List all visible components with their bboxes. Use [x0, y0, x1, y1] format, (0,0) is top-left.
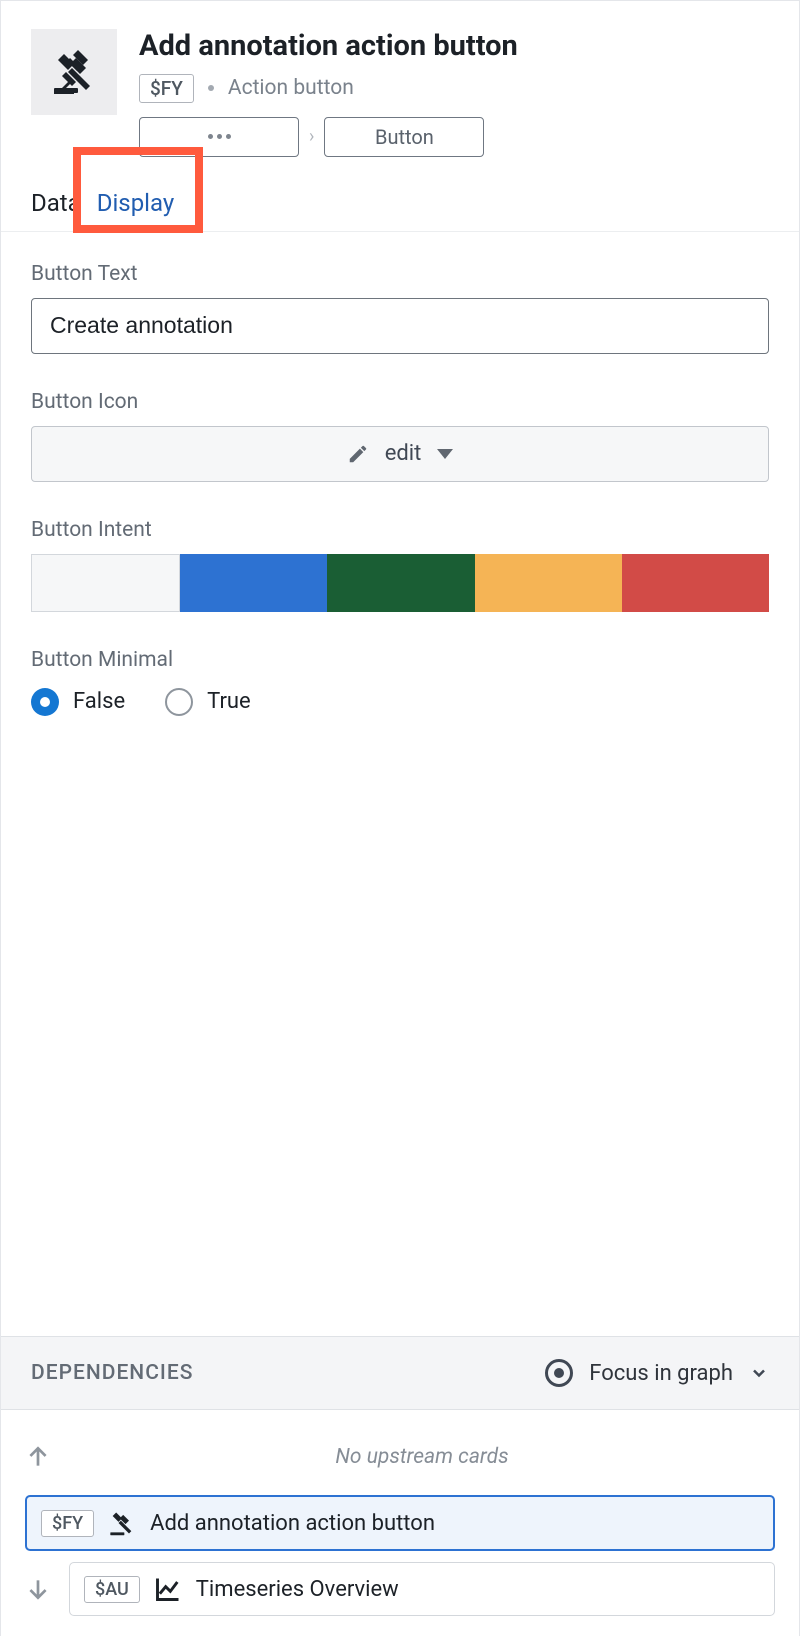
button-minimal-label: Button Minimal — [31, 648, 769, 672]
radio-false-label: False — [73, 689, 125, 714]
radio-true[interactable]: True — [165, 688, 251, 716]
arrow-up-icon — [25, 1444, 51, 1470]
dependencies-title: DEPENDENCIES — [31, 1361, 193, 1385]
radio-true-indicator — [165, 688, 193, 716]
button-text-input[interactable] — [31, 298, 769, 354]
self-card-label: Add annotation action button — [150, 1511, 435, 1536]
separator-dot — [208, 85, 214, 91]
breadcrumb-more[interactable] — [139, 117, 299, 157]
self-row: $FY Add annotation action button — [25, 1494, 775, 1552]
downstream-tag: $AU — [84, 1576, 140, 1603]
no-upstream-text: No upstream cards — [69, 1445, 775, 1469]
radio-false-indicator — [31, 688, 59, 716]
button-icon-label: Button Icon — [31, 390, 769, 414]
tab-display[interactable]: Display — [97, 181, 191, 231]
intent-warning[interactable] — [475, 554, 622, 612]
panel-header: Add annotation action button $FY Action … — [1, 1, 799, 157]
header-icon-square — [31, 29, 117, 115]
more-dots-icon — [208, 134, 231, 139]
breadcrumb: › Button — [139, 117, 769, 157]
button-intent-label: Button Intent — [31, 518, 769, 542]
focus-in-graph-label[interactable]: Focus in graph — [589, 1361, 733, 1386]
chart-line-icon — [154, 1575, 182, 1603]
breadcrumb-current[interactable]: Button — [324, 117, 484, 157]
section-button-text: Button Text — [31, 262, 769, 354]
gavel-icon — [50, 48, 98, 96]
self-tag: $FY — [41, 1510, 94, 1537]
button-icon-select[interactable]: edit — [31, 426, 769, 482]
header-tag: $FY — [139, 74, 194, 103]
downstream-dependency-card[interactable]: $AU Timeseries Overview — [69, 1562, 775, 1616]
dependencies-body: No upstream cards $FY Add annotation act… — [1, 1410, 799, 1636]
button-icon-value: edit — [385, 441, 422, 466]
target-icon — [545, 1359, 573, 1387]
dependencies-header[interactable]: DEPENDENCIES Focus in graph — [1, 1336, 799, 1410]
gavel-icon — [108, 1509, 136, 1537]
radio-false[interactable]: False — [31, 688, 125, 716]
section-button-minimal: Button Minimal False True — [31, 648, 769, 716]
self-dependency-card[interactable]: $FY Add annotation action button — [25, 1495, 775, 1551]
tab-data[interactable]: Data — [31, 181, 97, 231]
caret-down-icon — [437, 449, 453, 459]
intent-danger[interactable] — [622, 554, 769, 612]
section-button-icon: Button Icon edit — [31, 390, 769, 482]
button-text-label: Button Text — [31, 262, 769, 286]
panel-body: Button Text Button Icon edit Button Inte… — [1, 232, 799, 1336]
tabs: Data Display — [1, 157, 799, 232]
downstream-row: $AU Timeseries Overview — [25, 1560, 775, 1618]
arrow-down-icon — [25, 1576, 51, 1602]
intent-swatches — [31, 554, 769, 612]
intent-none[interactable] — [31, 554, 180, 612]
pencil-icon — [347, 443, 369, 465]
upstream-row: No upstream cards — [25, 1428, 775, 1486]
downstream-card-label: Timeseries Overview — [196, 1577, 399, 1602]
chevron-right-icon: › — [309, 126, 314, 147]
chevron-down-icon[interactable] — [749, 1363, 769, 1383]
radio-true-label: True — [207, 689, 251, 714]
section-button-intent: Button Intent — [31, 518, 769, 612]
intent-success[interactable] — [327, 554, 474, 612]
intent-primary[interactable] — [180, 554, 327, 612]
page-title: Add annotation action button — [139, 29, 769, 64]
header-type-label: Action button — [228, 76, 354, 100]
